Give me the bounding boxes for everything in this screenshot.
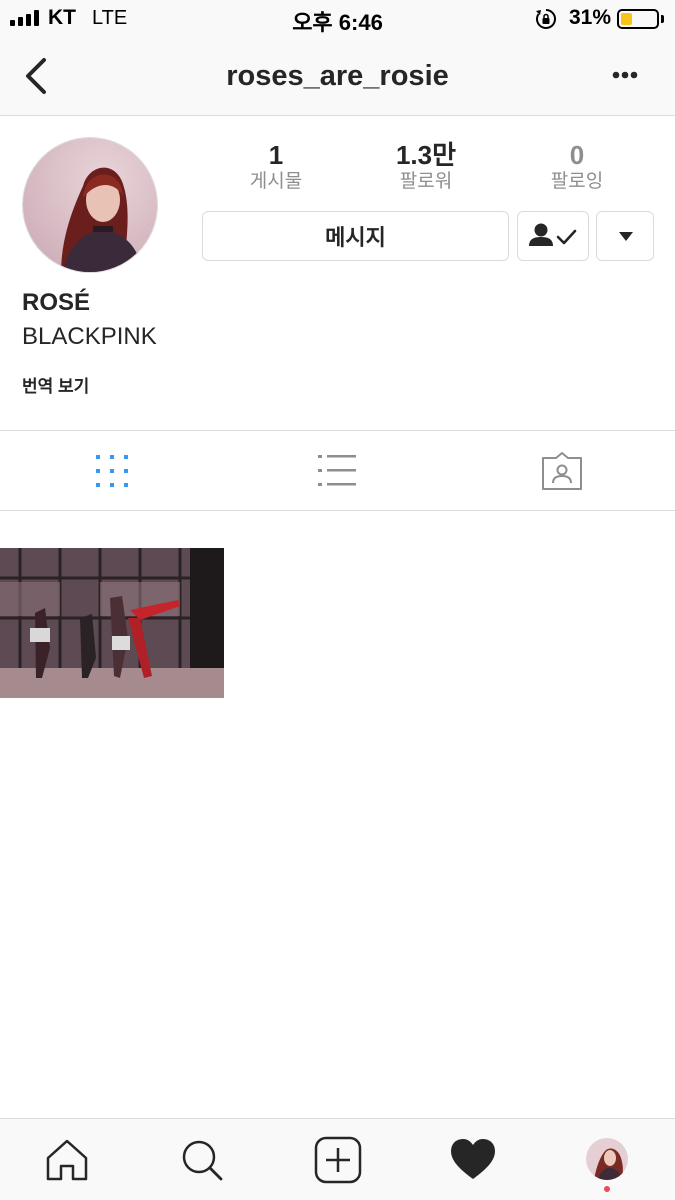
search-tab[interactable] [177,1135,227,1185]
posts-label: 게시물 [249,171,303,192]
profile-tab-avatar[interactable] [586,1138,628,1180]
notification-dot [604,1186,610,1192]
activity-tab[interactable] [448,1135,498,1185]
followers-stat[interactable]: 1.3만 팔로워 [346,140,506,194]
tab-list[interactable] [225,431,450,511]
add-post-tab[interactable] [313,1135,363,1185]
translate-link[interactable]: 번역 보기 [22,372,89,397]
battery-percent: 31% [569,6,612,29]
search-icon [182,1140,223,1181]
status-bar: KT LTE 오후 6:46 31% [0,0,675,38]
message-button[interactable]: 메시지 [202,211,509,261]
profile-avatar[interactable] [22,137,158,273]
rotation-lock-icon [536,9,556,29]
posts-stat[interactable]: 1 게시물 [196,140,356,194]
list-icon [318,455,356,486]
following-stat[interactable]: 0 팔로잉 [497,140,657,194]
tab-grid[interactable] [0,431,225,511]
home-icon [46,1139,88,1181]
profile-name: ROSÉ [22,289,91,316]
battery-icon [617,9,659,29]
home-tab[interactable] [42,1135,92,1185]
profile-bio: BLACKPINK [22,323,157,350]
grid-icon [96,455,128,487]
following-count: 0 [569,140,585,170]
nav-bar: roses_are_rosie [0,38,675,116]
following-button[interactable] [517,211,589,261]
person-check-icon [529,223,577,246]
suggestions-dropdown-button[interactable] [596,211,654,261]
tagged-icon [542,452,582,490]
followers-count: 1.3만 [395,140,457,170]
following-label: 팔로잉 [550,171,604,192]
more-button[interactable] [606,60,646,90]
heart-icon [451,1139,495,1179]
page-title: roses_are_rosie [226,60,449,92]
battery-tip [661,15,664,23]
bottom-tab-bar [0,1118,675,1200]
profile-tabs [0,430,675,511]
caret-down-icon [619,232,633,241]
followers-label: 팔로워 [399,171,453,192]
post-thumbnail[interactable] [0,548,224,698]
more-icon [612,71,638,79]
posts-count: 1 [268,140,284,170]
tab-tagged[interactable] [450,431,675,511]
add-icon [314,1136,362,1184]
